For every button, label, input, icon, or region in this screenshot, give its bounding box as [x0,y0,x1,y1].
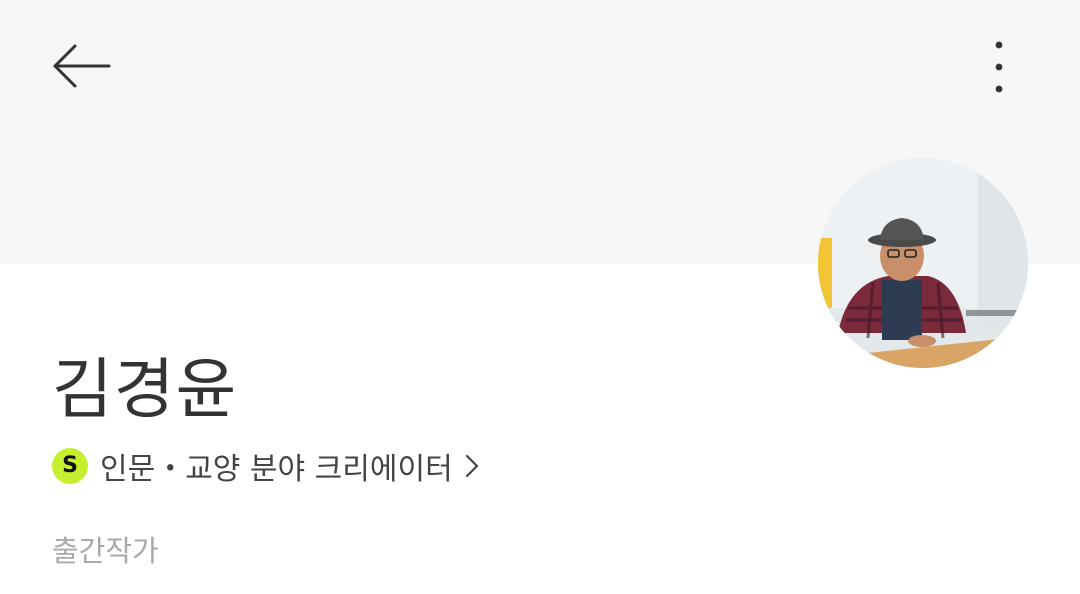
more-vertical-icon [995,41,1003,93]
profile-name: 김경윤 [52,351,238,428]
profile-photo [818,158,1028,368]
creator-label: 인문・교양 분야 크리에이터 [100,452,453,487]
profile-role: 출간작가 [52,534,159,568]
creator-badge-letter: S [62,453,78,478]
avatar[interactable] [818,158,1028,368]
creator-badge: S [52,448,88,484]
back-button[interactable] [48,38,114,94]
arrow-left-icon [53,44,111,88]
chevron-right-icon [465,454,479,478]
creator-category-link[interactable]: S 인문・교양 분야 크리에이터 [52,446,479,487]
more-options-button[interactable] [976,36,1022,96]
